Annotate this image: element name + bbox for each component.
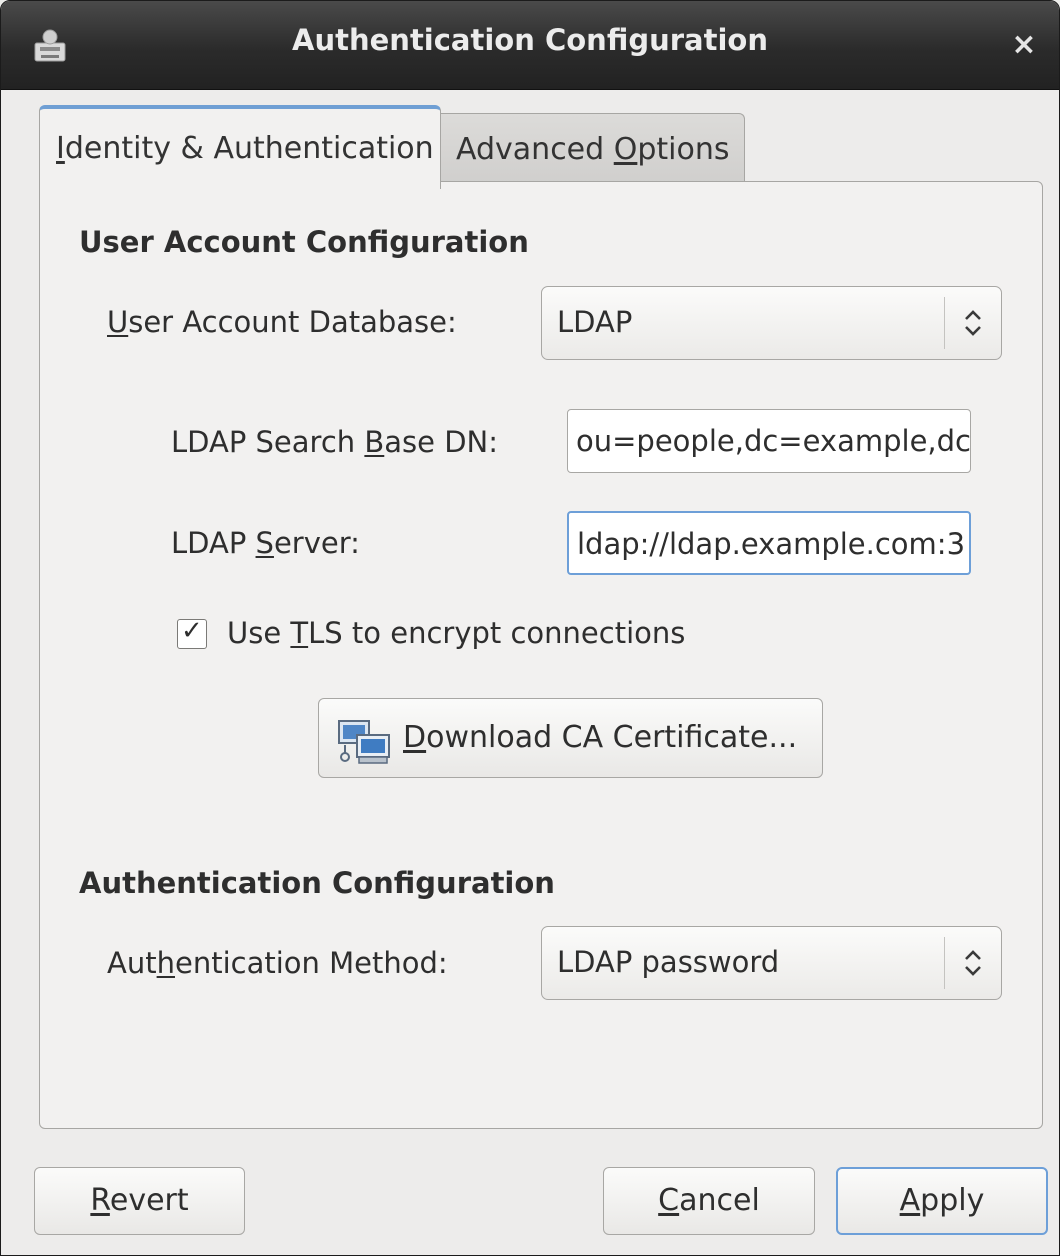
ldap-search-base-input[interactable]: ou=people,dc=example,dc (567, 409, 971, 473)
label-pre: Aut (107, 946, 157, 980)
user-account-database-combo[interactable]: LDAP (541, 286, 1002, 360)
label-post: entication Method: (174, 946, 448, 980)
label-post: LS to encrypt connections (308, 616, 686, 650)
up-down-arrows-icon (965, 950, 981, 976)
label-pre: LDAP Search (171, 425, 365, 459)
authentication-method-label: Authentication Method: (107, 946, 448, 980)
authentication-heading: Authentication Configuration (79, 866, 555, 900)
ldap-server-label: LDAP Server: (171, 526, 360, 560)
tab-mnemonic: I (56, 131, 65, 166)
label-mnemonic: U (107, 305, 129, 339)
tab-label-post: dentity & Authentication (64, 131, 434, 166)
cancel-button[interactable]: Cancel (603, 1167, 815, 1235)
close-icon[interactable]: × (1007, 25, 1041, 65)
label-mnemonic: h (156, 946, 175, 980)
auth-config-window: Authentication Configuration × Identity … (0, 0, 1060, 1256)
label-mnemonic: S (255, 526, 274, 560)
network-computers-icon (338, 720, 390, 764)
label-mnemonic: C (658, 1183, 680, 1218)
label-post: evert (109, 1183, 189, 1218)
ldap-server-input[interactable]: ldap://ldap.example.com:3 (567, 511, 971, 575)
label-post: pply (920, 1183, 985, 1218)
window-title: Authentication Configuration (292, 23, 768, 57)
label-post: erver: (273, 526, 360, 560)
button-label: Download CA Certificate... (403, 720, 797, 755)
tab-mnemonic: O (613, 132, 638, 167)
revert-button[interactable]: Revert (34, 1167, 245, 1235)
tab-identity-authentication[interactable]: Identity & Authentication (39, 105, 441, 189)
combo-separator (944, 937, 945, 989)
label-pre: LDAP (171, 526, 256, 560)
label-mnemonic: B (364, 425, 385, 459)
tab-label-pre: Advanced (456, 132, 614, 167)
apply-button[interactable]: Apply (836, 1167, 1048, 1235)
combo-value: LDAP (557, 305, 633, 339)
combo-separator (944, 297, 945, 349)
download-ca-certificate-button[interactable]: Download CA Certificate... (318, 698, 823, 778)
label-pre: Use (227, 616, 291, 650)
up-down-arrows-icon (965, 310, 981, 336)
user-account-heading: User Account Configuration (79, 225, 529, 259)
input-value: ou=people,dc=example,dc (576, 424, 971, 458)
label-post: ancel (679, 1183, 760, 1218)
label-mnemonic: D (403, 720, 427, 755)
label-post: ser Account Database: (128, 305, 457, 339)
titlebar[interactable]: Authentication Configuration × (1, 1, 1059, 90)
label-post: ownload CA Certificate... (426, 720, 798, 755)
authentication-method-combo[interactable]: LDAP password (541, 926, 1002, 1000)
tls-label[interactable]: Use TLS to encrypt connections (227, 616, 685, 650)
label-mnemonic: T (290, 616, 309, 650)
tls-checkbox[interactable]: ✓ (177, 616, 207, 649)
user-account-database-label: User Account Database: (107, 305, 457, 339)
combo-value: LDAP password (557, 945, 780, 979)
input-value: ldap://ldap.example.com:3 (577, 527, 966, 561)
tab-label-post: ptions (637, 132, 730, 167)
label-mnemonic: A (899, 1183, 921, 1218)
tab-advanced-options[interactable]: Advanced Options (439, 113, 745, 183)
label-post: ase DN: (384, 425, 499, 459)
ldap-search-base-label: LDAP Search Base DN: (171, 425, 498, 459)
checkmark-icon: ✓ (181, 616, 203, 646)
label-mnemonic: R (90, 1183, 110, 1218)
